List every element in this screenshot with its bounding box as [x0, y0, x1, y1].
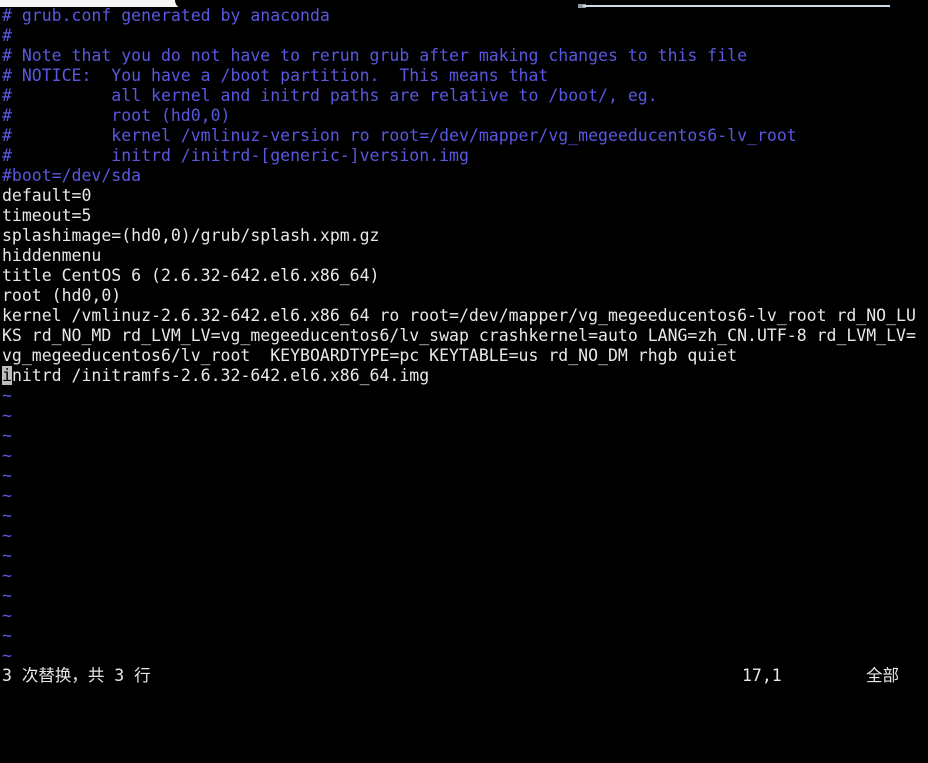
buffer-line: # NOTICE: You have a /boot partition. Th…: [2, 66, 549, 85]
buffer-line: splashimage=(hd0,0)/grub/splash.xpm.gz: [2, 226, 380, 245]
empty-line-marker: ~: [2, 586, 12, 605]
empty-line-marker: ~: [2, 386, 12, 405]
buffer-line: timeout=5: [2, 206, 92, 225]
buffer-line: # root (hd0,0): [2, 106, 231, 125]
buffer-line: vg_megeeducentos6/lv_root KEYBOARDTYPE=p…: [2, 346, 738, 365]
empty-line-marker: ~: [2, 406, 12, 425]
buffer-line-text: nitrd /initramfs-2.6.32-642.el6.x86_64.i…: [11, 366, 430, 385]
buffer-line: kernel /vmlinuz-2.6.32-642.el6.x86_64 ro…: [2, 306, 916, 325]
status-cursor-position: 17,1: [742, 666, 782, 685]
empty-line-marker: ~: [2, 446, 12, 465]
empty-line-marker: ~: [2, 546, 12, 565]
empty-line-marker: ~: [2, 526, 12, 545]
buffer-line: hiddenmenu: [2, 246, 102, 265]
empty-line-marker: ~: [2, 566, 12, 585]
status-scroll-indicator: 全部: [866, 666, 899, 685]
buffer-line: # initrd /initrd-[generic-]version.img: [2, 146, 469, 165]
buffer-line: # kernel /vmlinuz-version ro root=/dev/m…: [2, 126, 797, 145]
buffer-line: title CentOS 6 (2.6.32-642.el6.x86_64): [2, 266, 380, 285]
empty-line-marker: ~: [2, 626, 12, 645]
buffer-line: KS rd_NO_MD rd_LVM_LV=vg_megeeducentos6/…: [2, 326, 916, 345]
vim-terminal-buffer[interactable]: # grub.conf generated by anaconda # # No…: [0, 6, 928, 666]
buffer-line: #boot=/dev/sda: [2, 166, 142, 185]
buffer-line: root (hd0,0): [2, 286, 122, 305]
empty-line-marker: ~: [2, 506, 12, 525]
empty-line-marker: ~: [2, 606, 12, 625]
buffer-line: # grub.conf generated by anaconda: [2, 6, 330, 25]
text-cursor: i: [2, 366, 12, 385]
empty-line-marker: ~: [2, 486, 12, 505]
buffer-line: # Note that you do not have to rerun gru…: [2, 46, 748, 65]
empty-line-marker: ~: [2, 466, 12, 485]
vim-status-line: 3 次替换，共 3 行 17,1 全部: [0, 663, 928, 688]
empty-line-markers: ~ ~ ~ ~ ~ ~ ~ ~ ~ ~ ~ ~ ~ ~: [0, 386, 928, 666]
buffer-line: # all kernel and initrd paths are relati…: [2, 86, 658, 105]
buffer-line: #: [2, 26, 12, 45]
buffer-line-with-cursor: initrd /initramfs-2.6.32-642.el6.x86_64.…: [0, 366, 928, 386]
buffer-line: default=0: [2, 186, 92, 205]
empty-line-marker: ~: [2, 426, 12, 445]
status-message: 3 次替换，共 3 行: [2, 666, 151, 685]
